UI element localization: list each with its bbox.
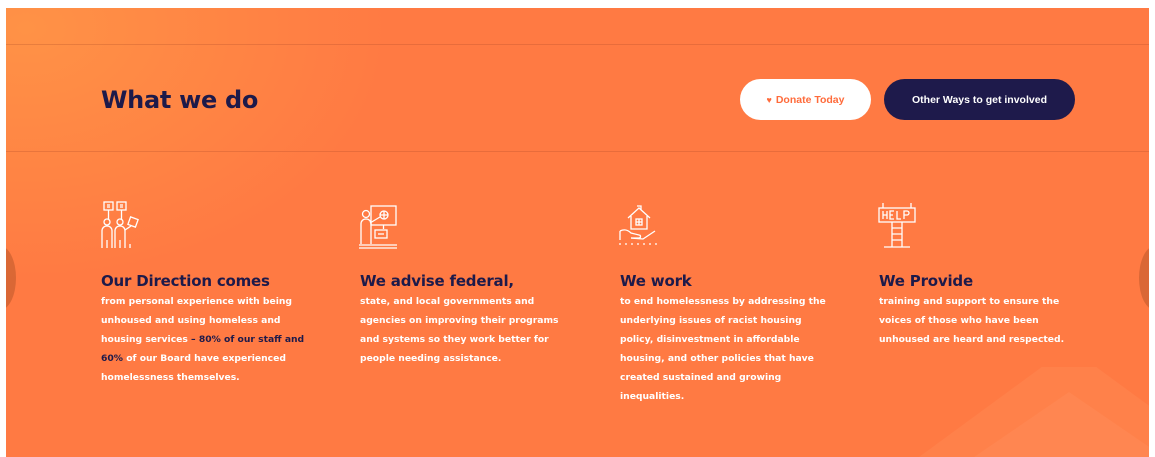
feature-text: from personal experience with being unho… [101,296,305,383]
top-divider [6,44,1149,45]
feature-text: to end homelessness by addressing the un… [620,296,826,402]
section-divider [6,151,1149,152]
feature-title: We advise federal, [360,272,514,290]
feature-text: training and support to ensure the voice… [879,296,1065,345]
donate-today-label: Donate Today [775,93,845,106]
what-we-do-section: What we do ♥ Donate Today Other Ways to … [6,8,1149,457]
feature-title: Our Direction comes [101,272,270,290]
background-chevron-decoration [919,367,1149,457]
section-title: What we do [101,86,259,114]
feature-text: state, and local governments and agencie… [360,296,559,364]
carousel-prev-edge[interactable] [6,246,16,310]
donate-today-button[interactable]: ♥ Donate Today [740,79,871,120]
people-protest-signs-icon [101,201,139,248]
feature-title: We work [620,272,692,290]
feature-title: We Provide [879,272,973,290]
feature-advise: We advise federal, state, and local gove… [359,200,560,368]
heart-icon: ♥ [766,94,772,105]
other-ways-button[interactable]: Other Ways to get involved [884,79,1075,120]
other-ways-label: Other Ways to get involved [912,93,1047,106]
feature-provide: We Provide training and support to ensur… [878,200,1084,349]
carousel-next-edge[interactable] [1139,246,1149,310]
feature-direction: Our Direction comes from personal experi… [101,200,306,387]
hand-holding-house-icon [619,205,657,245]
help-sign-icon [878,203,916,248]
feature-work: We work to end homelessness by addressin… [619,200,826,406]
presenter-board-icon [359,205,397,249]
